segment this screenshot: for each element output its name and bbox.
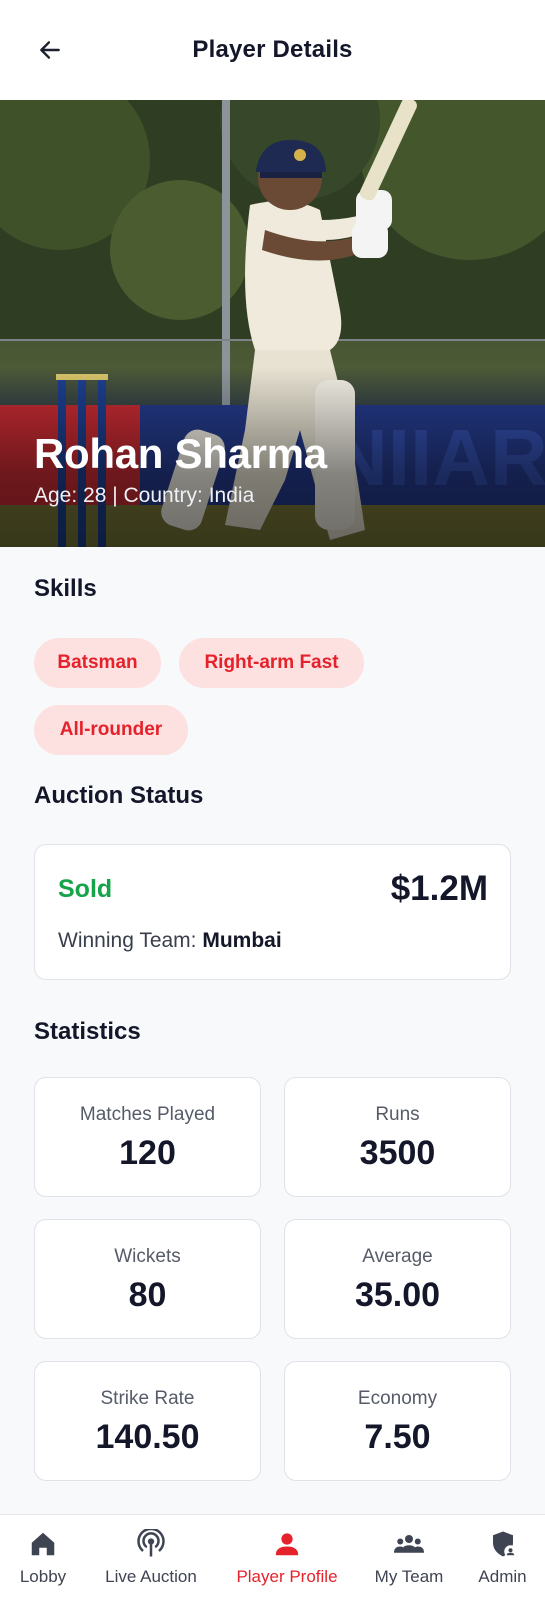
stat-card-average: Average 35.00 [284, 1219, 511, 1339]
auction-status-badge: Sold [58, 875, 113, 903]
home-icon [31, 1532, 55, 1556]
sold-price: $1.2M [390, 869, 488, 908]
nav-label: Admin [478, 1567, 527, 1586]
stat-label: Wickets [114, 1246, 181, 1267]
stat-label: Average [362, 1246, 433, 1267]
stat-label: Economy [357, 1388, 438, 1409]
bottom-navigation: Lobby Live Auction Player Profile My Tea… [0, 1514, 545, 1600]
admin-shield-icon [493, 1531, 517, 1558]
nav-item-live-auction[interactable]: Live Auction [86, 1515, 216, 1600]
stat-value: 35.00 [354, 1276, 441, 1314]
player-name: Rohan Sharma [34, 430, 327, 477]
winning-team-name: Mumbai [202, 929, 282, 952]
player-age-country: Age: 28 | Country: India [34, 484, 255, 507]
auction-status-card: Sold $1.2M Winning Team: Mumbai [34, 844, 511, 980]
stat-value: 80 [128, 1276, 167, 1314]
broadcast-icon [137, 1529, 165, 1557]
skills-heading: Skills [34, 575, 97, 602]
stat-card-runs: Runs 3500 [284, 1077, 511, 1197]
nav-item-my-team[interactable]: My Team [358, 1515, 460, 1600]
back-button[interactable] [30, 26, 70, 74]
stat-card-wickets: Wickets 80 [34, 1219, 261, 1339]
winning-team-row: Winning Team: Mumbai [58, 929, 282, 953]
stat-label: Runs [375, 1104, 420, 1125]
stat-value: 120 [119, 1134, 176, 1172]
skill-chip-batsman: Batsman [34, 638, 161, 688]
app-header: Player Details [0, 0, 545, 100]
statistics-heading: Statistics [34, 1018, 141, 1045]
nav-label: Live Auction [105, 1567, 197, 1586]
skill-chip-all-rounder: All-rounder [34, 705, 188, 755]
nav-item-lobby[interactable]: Lobby [0, 1515, 86, 1600]
nav-item-admin[interactable]: Admin [460, 1515, 545, 1600]
stat-value: 7.50 [364, 1418, 431, 1456]
stat-label: Strike Rate [100, 1388, 195, 1409]
nav-label: Lobby [19, 1567, 67, 1586]
nav-label: Player Profile [236, 1567, 338, 1586]
person-icon [275, 1533, 299, 1556]
player-hero-image: NIIAR Rohan Sharma [0, 100, 545, 547]
stat-card-economy: Economy 7.50 [284, 1361, 511, 1481]
stat-card-strike-rate: Strike Rate 140.50 [34, 1361, 261, 1481]
skill-chip-right-arm-fast: Right-arm Fast [179, 638, 364, 688]
arrow-left-icon [40, 41, 60, 59]
stat-value: 3500 [359, 1134, 436, 1172]
stat-card-matches-played: Matches Played 120 [34, 1077, 261, 1197]
nav-item-player-profile[interactable]: Player Profile [216, 1515, 358, 1600]
auction-status-heading: Auction Status [34, 782, 204, 809]
winning-team-label: Winning Team: [58, 929, 203, 952]
page-title: Player Details [192, 36, 353, 63]
stat-value: 140.50 [95, 1418, 200, 1456]
group-icon [394, 1535, 424, 1553]
player-details-screen: Player Details NIIAR [0, 0, 545, 1600]
nav-label: My Team [374, 1567, 444, 1586]
stat-label: Matches Played [79, 1104, 216, 1125]
